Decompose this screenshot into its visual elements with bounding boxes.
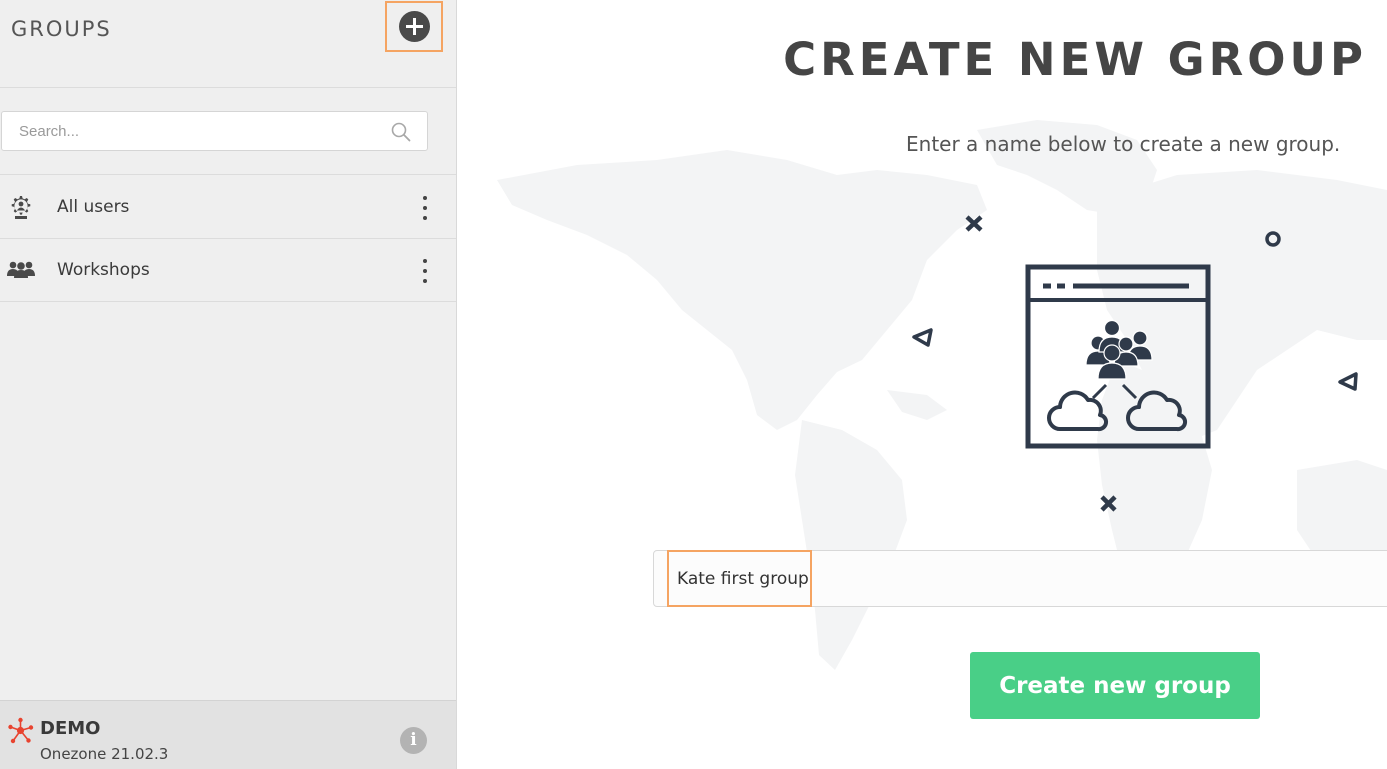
sidebar: GROUPS All users (0, 0, 457, 769)
onezone-logo-icon (8, 717, 34, 744)
zone-version: Onezone 21.02.3 (40, 745, 169, 763)
group-item-label: All users (57, 197, 130, 217)
main-content: CREATE NEW GROUP Enter a name below to c… (457, 0, 1387, 769)
page-subtitle: Enter a name below to create a new group… (906, 132, 1341, 156)
add-group-button[interactable] (385, 1, 443, 52)
search-icon[interactable] (391, 122, 411, 142)
gear-user-icon (11, 196, 31, 219)
group-name-input[interactable] (654, 551, 1384, 606)
search-section (0, 88, 456, 175)
vertical-dots-icon[interactable] (416, 256, 434, 286)
search-input[interactable] (2, 112, 382, 150)
sidebar-footer: DEMO Onezone 21.02.3 i (0, 700, 456, 769)
info-icon[interactable]: i (400, 727, 427, 754)
plus-circle-icon (398, 11, 430, 42)
zone-name: DEMO (40, 718, 101, 739)
page-title: CREATE NEW GROUP (783, 33, 1367, 86)
group-name-field (653, 550, 1387, 607)
group-item-label: Workshops (57, 260, 150, 280)
group-item-all-users[interactable]: All users (0, 176, 456, 239)
sidebar-header: GROUPS (0, 0, 456, 88)
users-group-icon (7, 261, 35, 278)
group-item-workshops[interactable]: Workshops (0, 239, 456, 302)
vertical-dots-icon[interactable] (416, 193, 434, 223)
group-illustration (912, 215, 1358, 512)
sidebar-title: GROUPS (11, 17, 112, 41)
create-group-button[interactable]: Create new group (970, 652, 1260, 719)
search-box (1, 111, 428, 151)
